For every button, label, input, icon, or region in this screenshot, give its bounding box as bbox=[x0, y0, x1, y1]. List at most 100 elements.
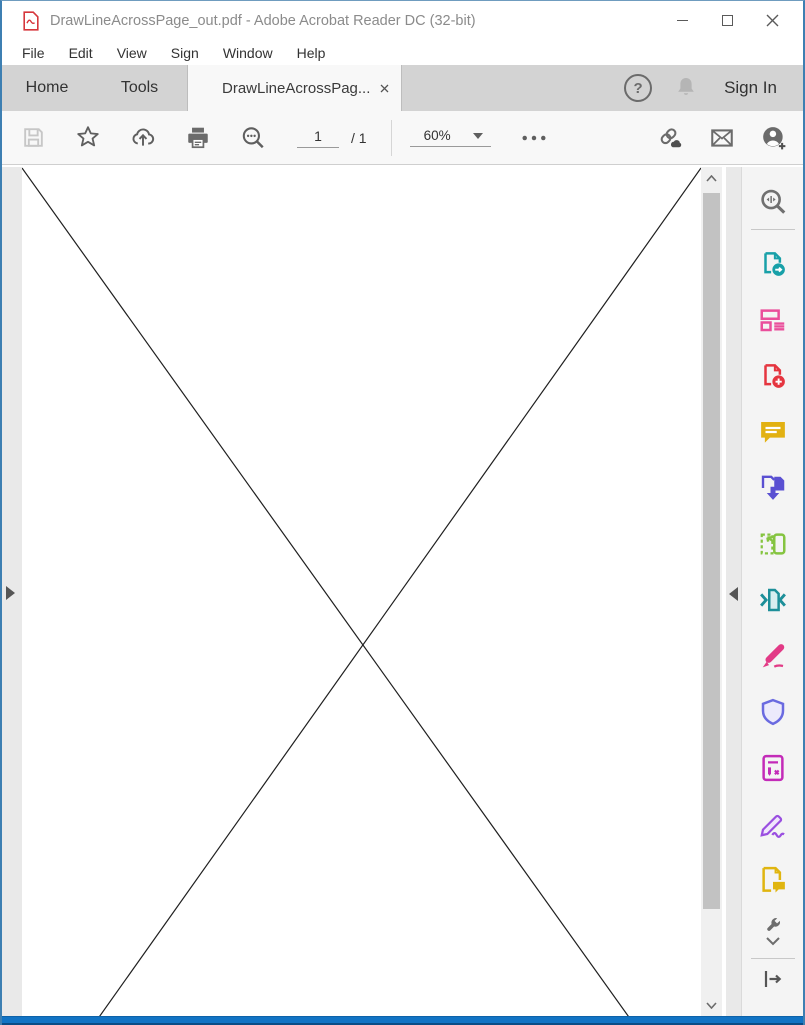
page-number-input[interactable]: 1 bbox=[297, 128, 339, 148]
zoom-level-value: 60% bbox=[424, 128, 451, 143]
tab-close-icon bbox=[380, 84, 389, 93]
share-link-icon bbox=[657, 124, 683, 152]
minimize-button[interactable] bbox=[660, 1, 705, 40]
send-for-comments-icon bbox=[758, 865, 788, 895]
close-icon bbox=[766, 14, 779, 27]
navigation-pane-expand-button[interactable] bbox=[6, 586, 15, 600]
tool-prepare-form[interactable] bbox=[742, 740, 804, 796]
comment-icon bbox=[758, 417, 788, 447]
compress-pdf-icon bbox=[758, 585, 788, 615]
scroll-up-icon bbox=[706, 175, 717, 182]
printer-icon bbox=[185, 125, 211, 151]
send-email-button[interactable] bbox=[709, 125, 735, 151]
cloud-upload-icon bbox=[130, 124, 156, 151]
tools-sidebar bbox=[741, 167, 803, 1016]
help-button[interactable]: ? bbox=[624, 74, 652, 102]
envelope-icon bbox=[709, 124, 735, 152]
combine-files-icon bbox=[758, 473, 788, 503]
ellipsis-icon bbox=[521, 133, 547, 143]
zoom-level-select[interactable]: 60% bbox=[410, 128, 491, 147]
sign-in-button[interactable]: Sign In bbox=[724, 78, 777, 98]
menu-window[interactable]: Window bbox=[218, 43, 278, 63]
tab-tools[interactable]: Tools bbox=[92, 65, 187, 111]
protect-shield-icon bbox=[758, 697, 788, 727]
maximize-icon bbox=[722, 15, 733, 26]
favorite-tools-button[interactable] bbox=[75, 125, 101, 151]
open-pane-arrow-icon bbox=[760, 967, 786, 991]
scroll-up-button[interactable] bbox=[701, 169, 722, 187]
window-title: DrawLineAcrossPage_out.pdf - Adobe Acrob… bbox=[50, 13, 476, 29]
minimize-icon bbox=[677, 20, 688, 21]
prepare-form-icon bbox=[758, 753, 788, 783]
notifications-bell-icon[interactable] bbox=[674, 75, 698, 101]
person-add-icon bbox=[761, 124, 787, 152]
tool-send-for-comments[interactable] bbox=[742, 852, 804, 908]
star-icon bbox=[75, 124, 101, 151]
tool-compress-pdf[interactable] bbox=[742, 572, 804, 628]
search-document-button[interactable] bbox=[240, 125, 266, 151]
tool-fill-sign[interactable] bbox=[742, 796, 804, 852]
search-zoom-icon bbox=[758, 187, 788, 217]
menu-file[interactable]: File bbox=[17, 43, 50, 63]
tool-organize-pages[interactable] bbox=[742, 292, 804, 348]
tool-scan-ocr[interactable] bbox=[742, 516, 804, 572]
tool-search-zoom[interactable] bbox=[758, 181, 788, 223]
sidebar-bottom-divider bbox=[751, 958, 795, 959]
tool-create-pdf[interactable] bbox=[742, 348, 804, 404]
create-pdf-icon bbox=[758, 361, 788, 391]
upload-cloud-button[interactable] bbox=[130, 125, 156, 151]
tab-close-button[interactable] bbox=[380, 84, 389, 93]
document-pane bbox=[2, 167, 803, 1016]
maximize-button[interactable] bbox=[705, 1, 750, 40]
share-link-button[interactable] bbox=[657, 125, 683, 151]
scroll-down-button[interactable] bbox=[701, 996, 722, 1014]
close-button[interactable] bbox=[750, 1, 795, 40]
save-icon bbox=[21, 125, 46, 150]
tab-document-label: DrawLineAcrossPag... bbox=[222, 80, 370, 97]
sign-in-account-button[interactable] bbox=[761, 125, 787, 151]
redact-marker-icon bbox=[758, 641, 788, 671]
wrench-icon bbox=[762, 914, 784, 936]
scrollbar-thumb[interactable] bbox=[703, 193, 720, 909]
tool-comment[interactable] bbox=[742, 404, 804, 460]
menu-sign[interactable]: Sign bbox=[166, 43, 204, 63]
title-bar: DrawLineAcrossPage_out.pdf - Adobe Acrob… bbox=[2, 1, 803, 40]
acrobat-reader-window: DrawLineAcrossPage_out.pdf - Adobe Acrob… bbox=[0, 0, 805, 1025]
open-tools-pane-button[interactable] bbox=[760, 967, 786, 991]
vertical-scrollbar[interactable] bbox=[701, 167, 722, 1016]
tools-pane-strip bbox=[726, 167, 741, 1016]
organize-pages-icon bbox=[758, 305, 788, 335]
scroll-down-icon bbox=[706, 1002, 717, 1009]
main-toolbar: 1 / 1 60% bbox=[2, 111, 803, 165]
search-magnifier-icon bbox=[240, 124, 266, 151]
print-button[interactable] bbox=[185, 125, 211, 151]
scan-ocr-icon bbox=[758, 529, 788, 559]
tools-pane-collapse-button[interactable] bbox=[729, 587, 738, 601]
tab-home[interactable]: Home bbox=[2, 65, 92, 111]
save-button[interactable] bbox=[20, 125, 46, 151]
menu-bar: File Edit View Sign Window Help bbox=[2, 40, 803, 65]
tool-combine-files[interactable] bbox=[742, 460, 804, 516]
sidebar-divider bbox=[751, 229, 795, 230]
pdf-page[interactable] bbox=[22, 167, 701, 1017]
tab-bar: Home Tools DrawLineAcrossPag... ? Sign I… bbox=[2, 65, 803, 111]
tool-protect[interactable] bbox=[742, 684, 804, 740]
page-drawing bbox=[22, 167, 701, 1017]
more-tools-button[interactable] bbox=[762, 914, 784, 936]
tab-document[interactable]: DrawLineAcrossPag... bbox=[187, 65, 402, 111]
page-count-label: / 1 bbox=[351, 130, 367, 146]
chevron-down-icon bbox=[473, 133, 483, 139]
tool-redact[interactable] bbox=[742, 628, 804, 684]
help-icon: ? bbox=[633, 80, 642, 97]
tool-export-pdf[interactable] bbox=[742, 236, 804, 292]
menu-help[interactable]: Help bbox=[292, 43, 331, 63]
pdf-file-icon bbox=[22, 11, 40, 31]
menu-view[interactable]: View bbox=[112, 43, 152, 63]
more-toolbar-options-button[interactable] bbox=[521, 125, 547, 151]
menu-edit[interactable]: Edit bbox=[64, 43, 98, 63]
toolbar-divider bbox=[391, 120, 392, 156]
more-tools-chevron-icon[interactable] bbox=[763, 936, 783, 948]
export-pdf-icon bbox=[758, 249, 788, 279]
window-bottom-bar bbox=[2, 1016, 803, 1025]
fill-sign-pen-icon bbox=[758, 809, 788, 839]
